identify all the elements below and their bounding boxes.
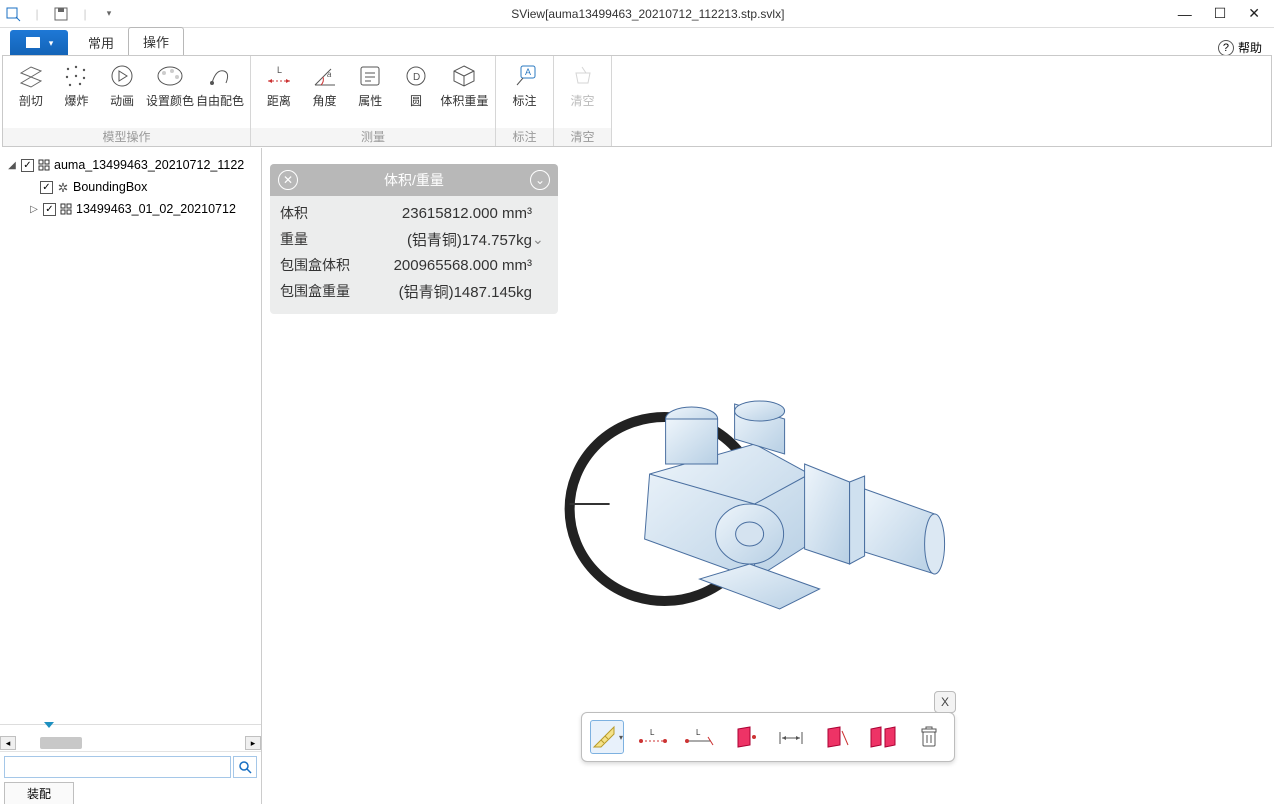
tree-root-label: auma_13499463_20210712_1122 <box>54 158 244 172</box>
float-trash-icon[interactable] <box>912 720 946 754</box>
tab-operate[interactable]: 操作 <box>128 27 184 56</box>
minimize-button[interactable]: — <box>1178 6 1192 22</box>
ribbon-group-measure-label: 测量 <box>251 128 495 146</box>
scroll-left-icon[interactable]: ◂ <box>0 736 16 750</box>
maximize-button[interactable]: ☐ <box>1214 5 1227 22</box>
vol-label: 体积 <box>280 203 360 223</box>
panel-close-icon[interactable]: ✕ <box>278 170 298 190</box>
tool-animation[interactable]: 动画 <box>100 60 144 109</box>
tab-common[interactable]: 常用 <box>74 29 128 56</box>
svg-text:L: L <box>696 728 701 737</box>
help-label[interactable]: 帮助 <box>1238 39 1262 56</box>
bbox-mass-label: 包围盒重量 <box>280 281 360 301</box>
tree-bbox-label: BoundingBox <box>73 180 147 194</box>
vol-value: 23615812.000 mm³ <box>360 205 532 222</box>
float-ruler-icon[interactable]: ▾ <box>590 720 624 754</box>
panel-collapse-icon[interactable]: ⌄ <box>530 170 550 190</box>
tool-angle[interactable]: a角度 <box>303 60 347 109</box>
assembly-tab[interactable]: 装配 <box>4 782 74 804</box>
mass-label: 重量 <box>280 229 360 249</box>
qat-divider-icon: | <box>28 5 46 23</box>
tree-bbox-row[interactable]: ✓ ✲ BoundingBox <box>0 176 261 198</box>
float-between-icon[interactable] <box>774 720 808 754</box>
qat-save-icon[interactable] <box>52 5 70 23</box>
help-icon[interactable]: ? <box>1218 40 1234 56</box>
file-menu-button[interactable]: ▾ <box>10 30 68 56</box>
scroll-right-icon[interactable]: ▸ <box>245 736 261 750</box>
tree-marker <box>0 725 261 736</box>
tree-hscroll[interactable]: ◂ ▸ <box>0 736 261 752</box>
tool-annotate[interactable]: A标注 <box>502 60 547 109</box>
qat-zoom-icon[interactable] <box>4 5 22 23</box>
tool-property[interactable]: 属性 <box>348 60 392 109</box>
mass-dropdown-icon[interactable]: ⌄ <box>532 231 548 248</box>
window-title: SView[auma13499463_20210712_112213.stp.s… <box>118 7 1178 21</box>
volume-mass-panel: ✕ 体积/重量 ⌄ 体积23615812.000 mm³ 重量(铝青铜)174.… <box>270 164 558 314</box>
panel-title: 体积/重量 <box>298 170 530 190</box>
float-plane1-icon[interactable] <box>728 720 762 754</box>
tree-root-row[interactable]: ◢ ✓ auma_13499463_20210712_1122 <box>0 154 261 176</box>
tool-section[interactable]: 剖切 <box>9 60 53 109</box>
assembly-icon <box>59 202 73 216</box>
float-two-plane-icon[interactable] <box>866 720 900 754</box>
tree-search-input[interactable] <box>4 756 231 778</box>
float-dist2-icon[interactable]: L <box>682 720 716 754</box>
tool-distance[interactable]: L距离 <box>257 60 301 109</box>
model-tree-panel: ◢ ✓ auma_13499463_20210712_1122 ✓ ✲ Boun… <box>0 148 262 804</box>
scroll-thumb[interactable] <box>40 737 82 749</box>
tree-child-label: 13499463_01_02_20210712 <box>76 202 236 216</box>
close-button[interactable]: ✕ <box>1248 5 1260 22</box>
tool-explode[interactable]: 爆炸 <box>55 60 99 109</box>
bbox-vol-value: 200965568.000 mm³ <box>360 257 532 274</box>
measure-toolbar: X ▾ L L <box>581 712 955 762</box>
3d-viewport[interactable]: ✕ 体积/重量 ⌄ 体积23615812.000 mm³ 重量(铝青铜)174.… <box>262 148 1274 804</box>
expand-icon[interactable]: ▷ <box>28 203 40 215</box>
ribbon-group-annot-label: 标注 <box>496 128 553 146</box>
float-dist1-icon[interactable]: L <box>636 720 670 754</box>
3d-model[interactable] <box>550 364 970 644</box>
qat-dropdown-icon[interactable]: ▾ <box>100 5 118 23</box>
mass-value: (铝青铜)174.757kg <box>360 229 532 250</box>
tree-child-row[interactable]: ▷ ✓ 13499463_01_02_20210712 <box>0 198 261 220</box>
tool-clear: 清空 <box>560 60 605 109</box>
tool-autocolor[interactable]: 自由配色 <box>196 60 244 109</box>
title-bar: | | ▾ SView[auma13499463_20210712_112213… <box>0 0 1274 28</box>
svg-text:a: a <box>327 70 332 79</box>
qat-divider-icon: | <box>76 5 94 23</box>
svg-text:L: L <box>650 728 655 737</box>
svg-text:A: A <box>525 67 531 77</box>
tool-circle[interactable]: D圆 <box>394 60 438 109</box>
ribbon-group-model-label: 模型操作 <box>3 128 250 146</box>
tree-search-button[interactable] <box>233 756 257 778</box>
float-close-button[interactable]: X <box>934 691 956 713</box>
bbox-vol-label: 包围盒体积 <box>280 255 360 275</box>
svg-text:L: L <box>277 65 282 75</box>
bbox-mass-value: (铝青铜)1487.145kg <box>360 281 532 302</box>
float-plane-line-icon[interactable] <box>820 720 854 754</box>
ribbon-group-clear-label: 清空 <box>554 128 611 146</box>
gear-icon: ✲ <box>56 180 70 194</box>
checkbox-icon[interactable]: ✓ <box>40 181 53 194</box>
checkbox-icon[interactable]: ✓ <box>21 159 34 172</box>
checkbox-icon[interactable]: ✓ <box>43 203 56 216</box>
collapse-icon[interactable]: ◢ <box>6 159 18 171</box>
svg-text:D: D <box>413 72 420 83</box>
ribbon: 剖切 爆炸 动画 设置颜色 自由配色 模型操作 L距离 a角度 属性 D圆 体积… <box>2 55 1272 147</box>
tool-setcolor[interactable]: 设置颜色 <box>146 60 194 109</box>
assembly-icon <box>37 158 51 172</box>
tool-volume-mass[interactable]: 体积重量 <box>440 60 489 109</box>
